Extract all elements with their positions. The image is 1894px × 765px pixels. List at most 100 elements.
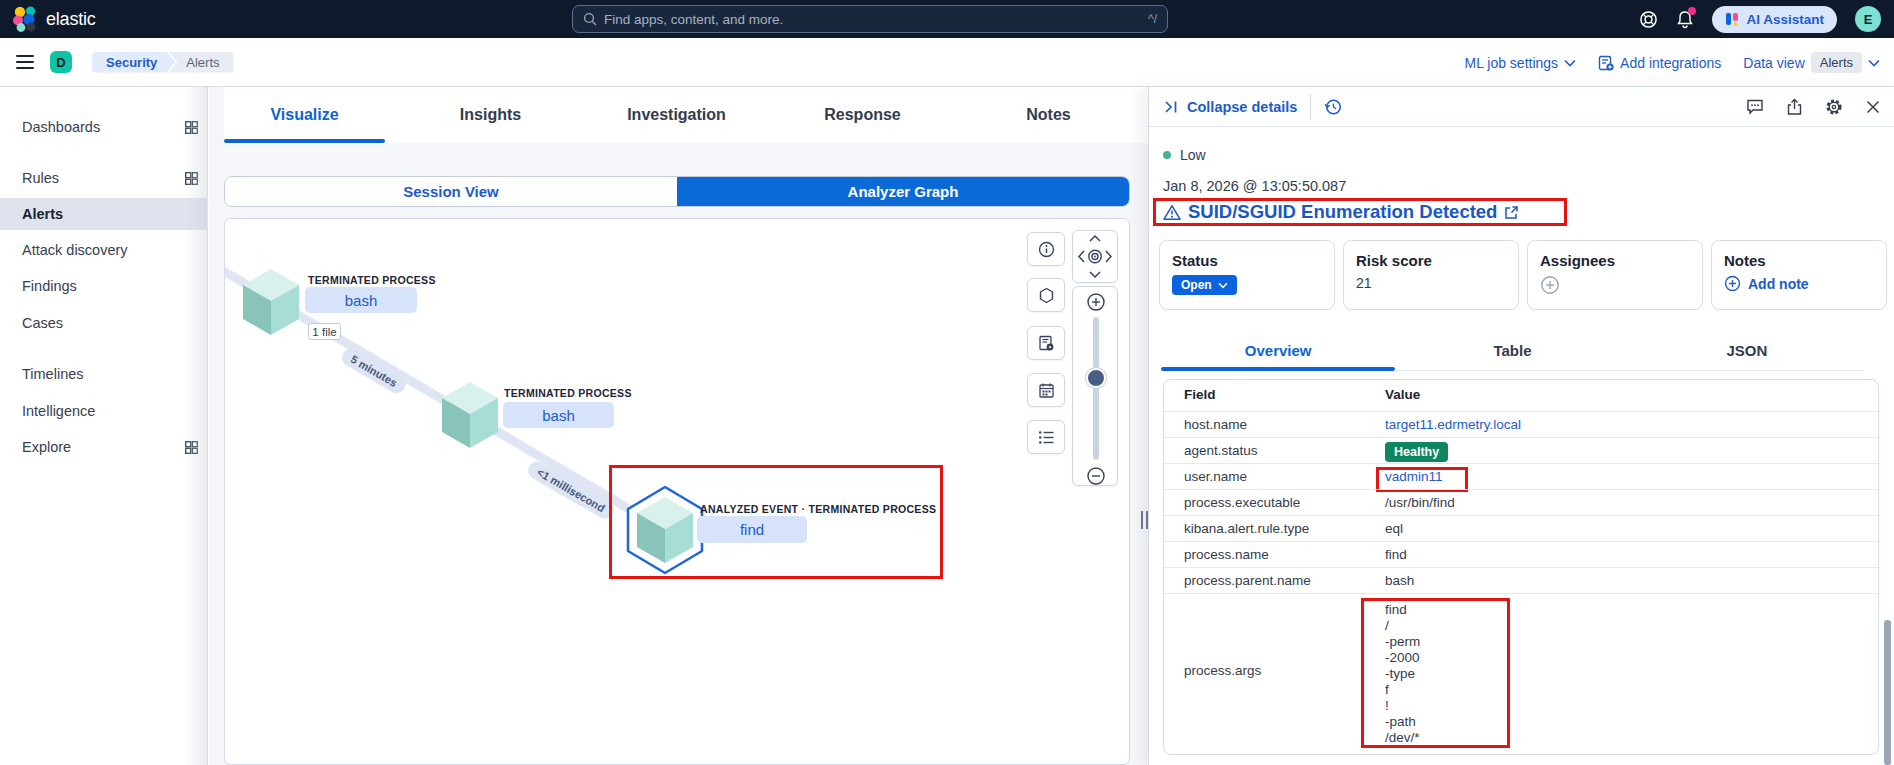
severity-label: Low: [1180, 147, 1206, 163]
document-gear-icon: [1038, 335, 1055, 352]
process-node-type: TERMINATED PROCESS: [308, 274, 436, 286]
add-note-button[interactable]: Add note: [1724, 275, 1809, 292]
zoom-slider-handle[interactable]: [1086, 368, 1106, 388]
data-view-selector[interactable]: Data view Alerts: [1743, 52, 1880, 73]
zoom-slider-track[interactable]: [1093, 317, 1099, 460]
file-count-badge[interactable]: 1 file: [308, 323, 341, 340]
field-name: host.name: [1184, 417, 1247, 432]
collapse-right-icon: [1163, 100, 1179, 114]
assignees-card: Assignees: [1527, 240, 1703, 310]
table-row-process.parent.name: process.parent.namebash: [1164, 567, 1879, 593]
ai-assistant-button[interactable]: AI Assistant: [1712, 6, 1837, 33]
status-open-dropdown[interactable]: Open: [1172, 275, 1237, 295]
breadcrumb-alerts: Alerts: [168, 52, 233, 73]
field-value: /usr/bin/find: [1385, 495, 1455, 510]
tab-investigation[interactable]: Investigation: [596, 87, 757, 143]
search-icon: [583, 12, 597, 26]
graph-pan-control[interactable]: [1072, 230, 1118, 283]
process-node-name[interactable]: bash: [305, 287, 417, 313]
sidebar-item-explore[interactable]: Explore: [0, 431, 208, 463]
panel-resize-handle[interactable]: [1141, 511, 1151, 529]
help-icon[interactable]: [1639, 10, 1658, 29]
agent-status-badge: Healthy: [1385, 442, 1448, 462]
table-row-user.name: user.namevadmin11: [1164, 463, 1879, 489]
collapse-details-button[interactable]: Collapse details: [1163, 99, 1297, 115]
tab-visualize[interactable]: Visualize: [224, 87, 385, 143]
sidebar-item-cases[interactable]: Cases: [0, 307, 208, 339]
share-icon[interactable]: [1786, 98, 1803, 116]
sidebar-item-dashboards[interactable]: Dashboards: [0, 111, 208, 143]
elastic-logo[interactable]: elastic: [0, 6, 96, 32]
top-header-bar: elastic Find apps, content, and more. ^/: [0, 0, 1894, 38]
graph-legend-button[interactable]: [1027, 420, 1065, 454]
add-integrations-link[interactable]: Add integrations: [1598, 55, 1721, 71]
breadcrumb-security[interactable]: Security: [92, 52, 175, 73]
panel-scrollbar[interactable]: [1884, 620, 1891, 765]
field-value-link[interactable]: target11.edrmetry.local: [1385, 417, 1521, 432]
graph-date-button[interactable]: [1027, 373, 1065, 407]
toggle-session-view[interactable]: Session View: [225, 177, 677, 206]
panel-tab-json[interactable]: JSON: [1630, 331, 1864, 370]
field-name: process.args: [1184, 663, 1261, 678]
user-avatar[interactable]: E: [1855, 6, 1881, 32]
flyout-header: Collapse details: [1149, 87, 1894, 127]
alert-rule-title-link[interactable]: SUID/SGUID Enumeration Detected: [1188, 201, 1497, 223]
ml-job-settings-link[interactable]: ML job settings: [1464, 55, 1576, 71]
field-name: process.executable: [1184, 495, 1300, 510]
graph-schema-button[interactable]: [1027, 326, 1065, 360]
alert-timestamp: Jan 8, 2026 @ 13:05:50.087: [1163, 178, 1346, 194]
sidebar-item-timelines[interactable]: Timelines: [0, 358, 208, 390]
gear-icon[interactable]: [1825, 98, 1843, 116]
brand-wordmark: elastic: [46, 9, 96, 30]
panel-tab-overview[interactable]: Overview: [1161, 331, 1395, 370]
zoom-out-icon[interactable]: [1086, 466, 1106, 486]
menu-hamburger-button[interactable]: [8, 45, 42, 79]
analyzer-graph-panel[interactable]: 5 minutes <1 millisecond TERMINATED PROC…: [224, 218, 1130, 765]
sidebar-item-label: Explore: [22, 439, 71, 455]
sidebar-item-rules[interactable]: Rules: [0, 162, 208, 194]
sidebar-item-intelligence[interactable]: Intelligence: [0, 395, 208, 427]
grid-icon: [185, 441, 198, 454]
notifications-bell[interactable]: [1676, 10, 1694, 29]
zoom-in-icon[interactable]: [1086, 292, 1106, 312]
global-search-input[interactable]: Find apps, content, and more. ^/: [572, 5, 1168, 33]
visualize-view-toggle: Session ViewAnalyzer Graph: [224, 176, 1130, 207]
table-row-process.name: process.namefind: [1164, 541, 1879, 567]
risk-score-card: Risk score 21: [1343, 240, 1519, 310]
annotation-box-analyzed-event: [609, 465, 943, 579]
comment-icon[interactable]: [1746, 98, 1764, 116]
sidebar-item-label: Rules: [22, 170, 59, 186]
severity-dot: [1163, 151, 1171, 159]
external-link-icon: [1504, 205, 1519, 220]
alert-detail-tabs: OverviewTableJSON: [1161, 331, 1864, 371]
table-header-row: FieldValue: [1164, 380, 1879, 411]
risk-score-card-title: Risk score: [1356, 252, 1506, 269]
process-node-type: TERMINATED PROCESS: [504, 387, 632, 399]
assignees-card-title: Assignees: [1540, 252, 1690, 269]
alert-details-flyout: Collapse details: [1148, 87, 1894, 765]
table-row-kibana.alert.rule.type: kibana.alert.rule.typeeql: [1164, 515, 1879, 541]
breadcrumb-toolbar: D Security Alerts ML job settings Add in…: [0, 38, 1894, 87]
status-card: Status Open: [1159, 240, 1335, 310]
space-badge[interactable]: D: [50, 51, 72, 73]
panel-tab-table[interactable]: Table: [1395, 331, 1629, 370]
toolbar-right-links: ML job settings Add integrations Data vi…: [1464, 38, 1880, 87]
tab-insights[interactable]: Insights: [410, 87, 571, 143]
field-name: agent.status: [1184, 443, 1258, 458]
sidebar-item-findings[interactable]: Findings: [0, 270, 208, 302]
history-icon[interactable]: [1324, 98, 1342, 116]
process-node-name[interactable]: bash: [503, 402, 614, 428]
add-assignee-icon[interactable]: [1540, 275, 1560, 295]
sidebar-item-alerts[interactable]: Alerts: [0, 198, 208, 230]
tab-response[interactable]: Response: [782, 87, 943, 143]
breadcrumb: Security Alerts: [92, 52, 234, 73]
tab-notes[interactable]: Notes: [968, 87, 1129, 143]
close-icon[interactable]: [1865, 99, 1881, 115]
sidebar-item-attack-discovery[interactable]: Attack discovery: [0, 234, 208, 266]
grid-icon: [185, 121, 198, 134]
graph-info-button[interactable]: [1027, 232, 1065, 266]
graph-shape-button[interactable]: [1027, 278, 1065, 312]
toggle-analyzer-graph[interactable]: Analyzer Graph: [677, 177, 1129, 206]
top-right-actions: AI Assistant E: [1639, 0, 1894, 38]
graph-zoom-control[interactable]: [1072, 286, 1118, 486]
